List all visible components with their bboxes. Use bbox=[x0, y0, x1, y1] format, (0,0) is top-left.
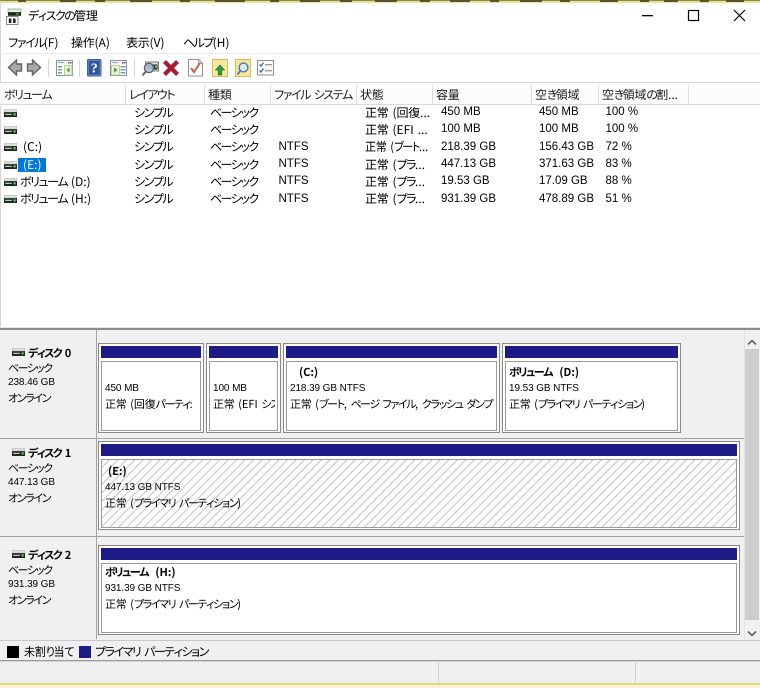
svg-text:?: ? bbox=[91, 62, 98, 77]
